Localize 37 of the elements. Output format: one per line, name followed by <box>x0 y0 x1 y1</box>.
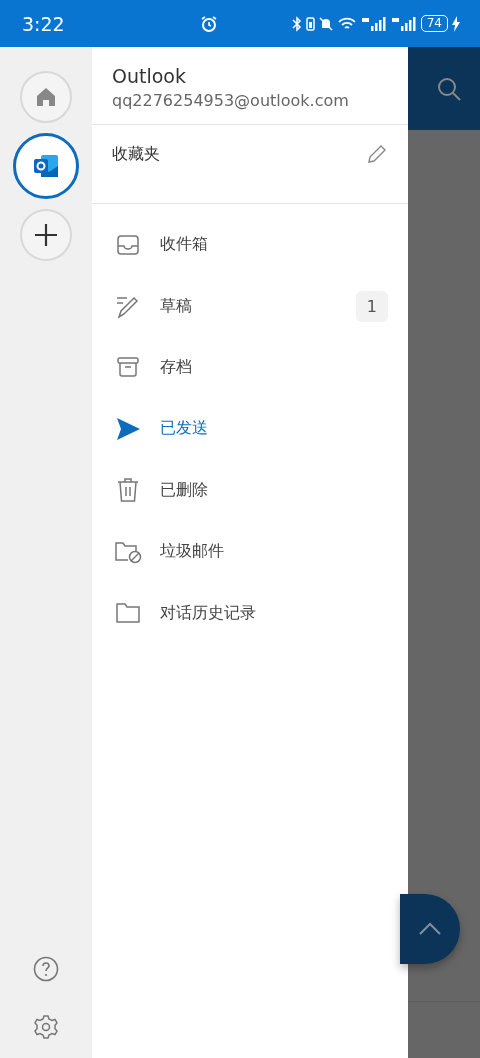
folder-item[interactable]: 收件箱 <box>92 214 408 276</box>
battery-level: 74 <box>420 15 448 32</box>
clock-time: 3:22 <box>22 12 66 35</box>
account-name: Outlook <box>112 65 187 87</box>
folder-item[interactable]: 已删除 <box>92 459 408 521</box>
add-account-button[interactable] <box>20 209 72 261</box>
settings-icon[interactable] <box>33 1014 59 1040</box>
vibrate-icon <box>305 15 315 32</box>
alarm-icon <box>200 14 218 33</box>
signal-icon <box>360 15 387 32</box>
signal-icon <box>390 15 417 32</box>
home-icon <box>34 85 58 109</box>
charging-icon <box>452 15 460 32</box>
plus-icon <box>33 222 59 248</box>
inbox-tray-icon <box>114 232 142 257</box>
blocked-folder-icon <box>114 539 142 564</box>
search-icon <box>436 75 462 102</box>
folder-item[interactable]: 草稿 1 <box>92 275 408 337</box>
favorites-heading: 收藏夹 <box>112 143 160 165</box>
scroll-up-button[interactable] <box>400 894 460 964</box>
archive-box-icon <box>114 355 142 380</box>
mail-app-logo <box>32 153 60 179</box>
folder-item[interactable]: 对话历史记录 <box>92 582 408 644</box>
unread-count: 1 <box>355 290 388 322</box>
wifi-icon <box>336 15 357 32</box>
muted-bell-icon <box>318 15 333 32</box>
chevron-up-icon <box>418 922 442 936</box>
folder-item[interactable]: 垃圾邮件 <box>92 520 408 583</box>
edit-pencil-icon[interactable] <box>366 143 388 165</box>
folder-item[interactable]: 已发送 <box>92 398 408 460</box>
account-email: qq2276254953@outlook.com <box>112 91 350 110</box>
folder-icon <box>114 602 142 625</box>
home-button[interactable] <box>20 71 72 123</box>
bluetooth-icon <box>291 15 302 32</box>
help-icon[interactable] <box>33 956 59 982</box>
folder-item[interactable]: 存档 <box>92 336 408 399</box>
send-arrow-icon <box>114 415 142 442</box>
